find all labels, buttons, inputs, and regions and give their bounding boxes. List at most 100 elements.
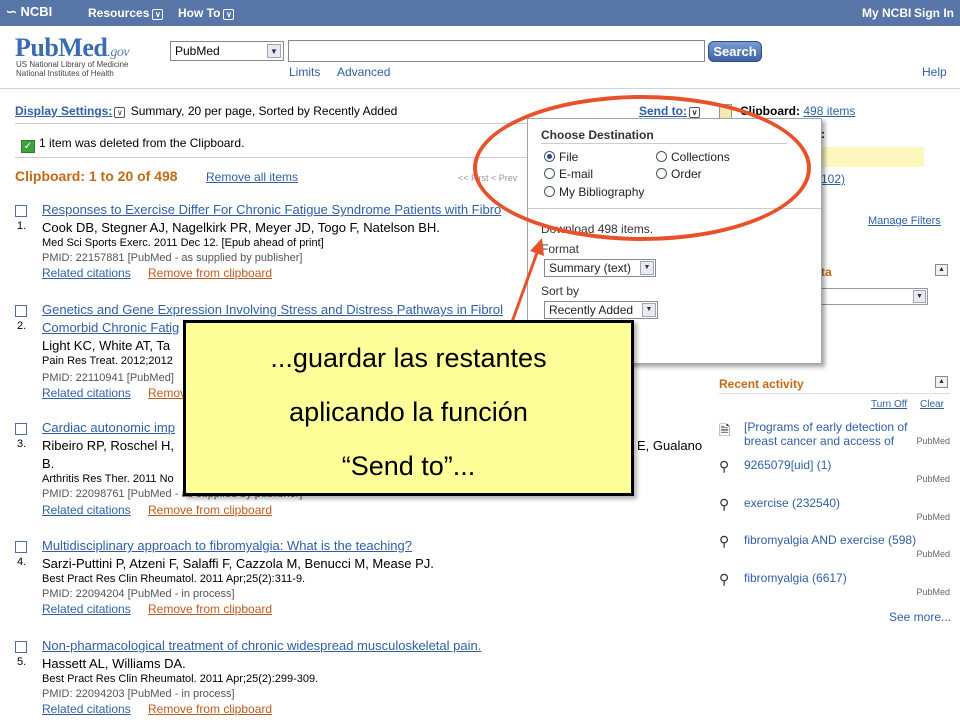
clipboard-count-link[interactable]: 498 items — [803, 104, 855, 118]
recent-activity-text[interactable]: fibromyalgia (6617) — [744, 571, 847, 585]
remove-from-clipboard-link[interactable]: Remove from clipboard — [148, 602, 272, 616]
result-source: Pain Res Treat. 2012;2012 — [42, 355, 173, 367]
related-citations-link[interactable]: Related citations — [42, 266, 131, 280]
display-settings: Display Settings: ∨ Summary, 20 per page,… — [15, 104, 397, 118]
chevron-down-icon: ▼ — [640, 261, 654, 275]
recent-activity-item[interactable]: ⚲ fibromyalgia (6617) PubMed — [719, 571, 950, 599]
result-authors: Cook DB, Stegner AJ, Nagelkirk PR, Meyer… — [42, 220, 440, 235]
chevron-down-icon: ▼ — [642, 303, 656, 317]
recent-activity-text[interactable]: exercise (232540) — [744, 496, 840, 510]
see-more-link[interactable]: See more... — [889, 610, 951, 624]
database-select[interactable]: PubMed ▼ — [170, 41, 284, 61]
chevron-down-icon[interactable]: ∨ — [114, 107, 126, 118]
result-title[interactable]: Cardiac autonomic imp — [42, 420, 175, 435]
recent-activity-text[interactable]: 9265079[uid] (1) — [744, 458, 831, 472]
recent-activity-item[interactable]: 🗎 [Programs of early detection of breast… — [719, 420, 950, 452]
result-pmid: PMID: 22157881 [PubMed - as supplied by … — [42, 252, 303, 264]
howto-label: How To — [178, 6, 221, 20]
pubmed-logo-text: PubMed — [15, 33, 108, 62]
sidebar-fragment-link[interactable]: 102) — [821, 172, 845, 186]
ncbi-top-bar: ∽ NCBI Resources ∨ How To ∨ My NCBI Sign I… — [0, 0, 960, 26]
related-citations-link[interactable]: Related citations — [42, 602, 131, 616]
recent-activity-item[interactable]: ⚲ 9265079[uid] (1) PubMed — [719, 458, 950, 486]
display-settings-link[interactable]: Display Settings: — [15, 104, 112, 118]
help-link[interactable]: Help — [922, 65, 947, 79]
recent-activity-item[interactable]: ⚲ exercise (232540) PubMed — [719, 496, 950, 524]
display-settings-value: Summary, 20 per page, Sorted by Recently… — [130, 104, 398, 118]
limits-link[interactable]: Limits — [289, 65, 320, 79]
result-number: 2. — [17, 320, 27, 332]
result-authors: Ribeiro RP, Roschel H, — [42, 438, 174, 453]
remove-from-clipboard-link[interactable]: Remove from clipboard — [148, 702, 272, 716]
result-title[interactable]: Genetics and Gene Expression Involving S… — [42, 302, 503, 317]
result-checkbox[interactable] — [15, 205, 27, 217]
recent-activity-title: Recent activity — [719, 377, 804, 391]
resources-menu[interactable]: Resources ∨ — [88, 6, 164, 20]
related-citations-link[interactable]: Related citations — [42, 702, 131, 716]
pubmed-logo[interactable]: PubMed.gov — [15, 33, 130, 63]
sortby-select-value: Recently Added — [549, 303, 634, 317]
result-checkbox[interactable] — [15, 423, 27, 435]
clear-link[interactable]: Clear — [920, 399, 944, 410]
result-source: Med Sci Sports Exerc. 2011 Dec 12. [Epub… — [42, 237, 324, 249]
recent-activity-db: PubMed — [916, 549, 950, 559]
related-citations-link[interactable]: Related citations — [42, 386, 131, 400]
nlm-subtitle-line2: National Institutes of Health — [16, 69, 114, 78]
sidebar-select[interactable]: ▼ — [821, 288, 928, 305]
recent-activity-db: PubMed — [916, 512, 950, 522]
remove-all-button[interactable]: Remove all items — [206, 170, 298, 184]
ncbi-logo[interactable]: ∽ NCBI — [6, 4, 52, 20]
result-authors: Light KC, White AT, Ta — [42, 338, 171, 353]
result-authors-tail: E, Gualano — [637, 438, 703, 453]
sidebar-section-title: ta — [821, 265, 832, 279]
result-checkbox[interactable] — [15, 541, 27, 553]
result-pmid: PMID: 22110941 [PubMed] — [42, 372, 174, 384]
turn-off-link[interactable]: Turn Off — [871, 399, 907, 410]
recent-activity-db: PubMed — [916, 474, 950, 484]
collapse-icon[interactable]: ▲ — [935, 376, 948, 388]
result-authors: Sarzi-Puttini P, Atzeni F, Salaffi F, Ca… — [42, 556, 434, 571]
callout-box: ...guardar las restantes aplicando la fu… — [183, 320, 634, 496]
recent-activity-item[interactable]: ⚲ fibromyalgia AND exercise (598) PubMed — [719, 533, 950, 561]
sign-in-link[interactable]: Sign In — [914, 6, 954, 20]
search-input[interactable] — [288, 40, 705, 62]
chevron-down-icon: ▼ — [267, 44, 281, 58]
nlm-subtitle-line1: US National Library of Medicine — [16, 60, 129, 69]
page-title: Clipboard: 1 to 20 of 498 — [15, 168, 178, 184]
search-icon: ⚲ — [719, 533, 730, 549]
chevron-down-icon: ∨ — [152, 9, 164, 20]
recent-activity-text[interactable]: fibromyalgia AND exercise (598) — [744, 533, 916, 547]
result-authors: Hassett AL, Williams DA. — [42, 656, 186, 671]
nlm-subtitle: US National Library of Medicine National… — [16, 60, 129, 78]
advanced-link[interactable]: Advanced — [337, 65, 390, 79]
result-title[interactable]: Responses to Exercise Differ For Chronic… — [42, 202, 501, 217]
remove-from-clipboard-link[interactable]: Remove from clipboard — [148, 503, 272, 517]
sidebar-highlight — [821, 147, 924, 167]
howto-menu[interactable]: How To ∨ — [178, 6, 235, 20]
resources-label: Resources — [88, 6, 150, 20]
result-checkbox[interactable] — [15, 305, 27, 317]
result-source: Best Pract Res Clin Rheumatol. 2011 Apr;… — [42, 673, 319, 685]
format-select-value: Summary (text) — [549, 261, 632, 275]
manage-filters-link[interactable]: Manage Filters — [868, 215, 941, 227]
result-title[interactable]: Multidisciplinary approach to fibromyalg… — [42, 538, 412, 553]
format-select[interactable]: Summary (text) ▼ — [544, 259, 656, 277]
result-authors-line2: B. — [42, 456, 55, 471]
search-button[interactable]: Search — [708, 41, 762, 62]
related-citations-link[interactable]: Related citations — [42, 503, 131, 517]
result-checkbox[interactable] — [15, 641, 27, 653]
recent-activity-text[interactable]: [Programs of early detection of breast c… — [744, 420, 914, 448]
sortby-select[interactable]: Recently Added ▼ — [544, 301, 658, 319]
result-title-2[interactable]: Comorbid Chronic Fatig — [42, 320, 179, 335]
search-icon: ⚲ — [719, 496, 730, 512]
result-title[interactable]: Non-pharmacological treatment of chronic… — [42, 638, 481, 653]
result-number: 4. — [17, 556, 27, 568]
chevron-down-icon: ∨ — [223, 9, 235, 20]
ncbi-logo-text: NCBI — [20, 4, 53, 19]
callout-line-1: ...guardar las restantes — [270, 343, 547, 373]
collapse-icon[interactable]: ▲ — [935, 264, 948, 276]
remove-from-clipboard-link[interactable]: Remove from clipboard — [148, 266, 272, 280]
remove-from-clipboard-link[interactable]: Remov — [148, 386, 186, 400]
my-ncbi-link[interactable]: My NCBI — [862, 6, 911, 20]
checkmark-icon: ✓ — [21, 140, 35, 153]
